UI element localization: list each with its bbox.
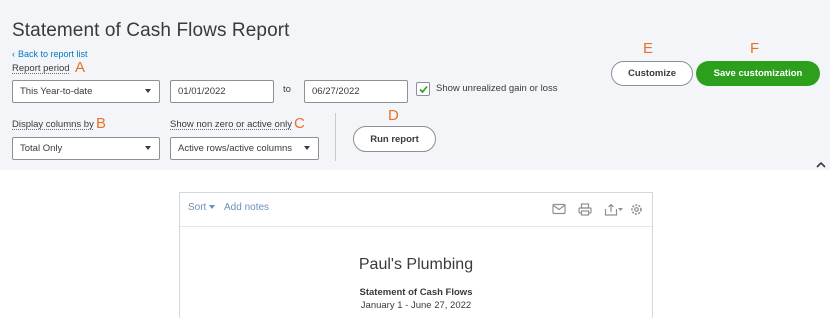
annotation-b: B — [96, 115, 107, 132]
end-date-input[interactable]: 06/27/2022 — [304, 80, 408, 103]
unrealized-gain-label: Show unrealized gain or loss — [436, 83, 558, 94]
report-date-range: January 1 - June 27, 2022 — [360, 300, 472, 311]
display-columns-select[interactable]: Total Only — [12, 137, 160, 160]
checkmark-icon — [419, 85, 428, 94]
annotation-c: C — [294, 115, 305, 132]
start-date-value: 01/01/2022 — [178, 86, 226, 97]
email-icon[interactable] — [552, 203, 566, 215]
customize-button[interactable]: Customize — [611, 61, 693, 86]
unrealized-gain-checkbox[interactable] — [416, 82, 430, 96]
divider — [335, 113, 336, 161]
back-link-label: Back to report list — [18, 49, 88, 59]
back-to-report-list-link[interactable]: ‹ Back to report list — [12, 49, 88, 59]
start-date-input[interactable]: 01/01/2022 — [170, 80, 274, 103]
run-report-button[interactable]: Run report — [353, 126, 436, 152]
page-title: Statement of Cash Flows Report — [12, 20, 290, 41]
annotation-d: D — [388, 107, 399, 124]
report-period-label: Report period — [12, 63, 70, 74]
annotation-e: E — [643, 40, 654, 57]
chevron-up-icon[interactable] — [815, 160, 827, 170]
export-icon[interactable] — [604, 203, 624, 216]
end-date-value: 06/27/2022 — [312, 86, 360, 97]
chevron-down-icon — [209, 205, 216, 210]
non-zero-value: Active rows/active columns — [178, 143, 293, 154]
non-zero-select[interactable]: Active rows/active columns — [170, 137, 319, 160]
annotation-f: F — [750, 40, 760, 57]
display-columns-label: Display columns by — [12, 119, 94, 130]
report-period-value: This Year-to-date — [20, 86, 93, 97]
report-title: Statement of Cash Flows — [359, 287, 473, 298]
report-period-select[interactable]: This Year-to-date — [12, 80, 160, 103]
non-zero-label: Show non zero or active only — [170, 119, 292, 130]
chevron-down-icon — [145, 146, 151, 150]
add-notes-link[interactable]: Add notes — [224, 202, 269, 213]
display-columns-value: Total Only — [20, 143, 63, 154]
chevron-down-icon — [304, 146, 310, 150]
save-customization-button[interactable]: Save customization — [696, 61, 820, 86]
print-icon[interactable] — [578, 203, 592, 216]
chevron-down-icon — [145, 89, 151, 93]
chevron-left-icon: ‹ — [12, 49, 15, 59]
sort-dropdown[interactable]: Sort — [188, 202, 216, 213]
to-label: to — [283, 84, 291, 95]
report-card: Sort Add notes Paul's Plumbing Statement… — [179, 192, 653, 318]
annotation-a: A — [75, 59, 86, 76]
report-settings-panel: Statement of Cash Flows Report ‹ Back to … — [0, 0, 830, 170]
settings-icon[interactable] — [630, 203, 643, 216]
company-name: Paul's Plumbing — [358, 256, 474, 273]
report-toolbar: Sort Add notes — [180, 193, 652, 227]
sort-label: Sort — [188, 202, 207, 213]
